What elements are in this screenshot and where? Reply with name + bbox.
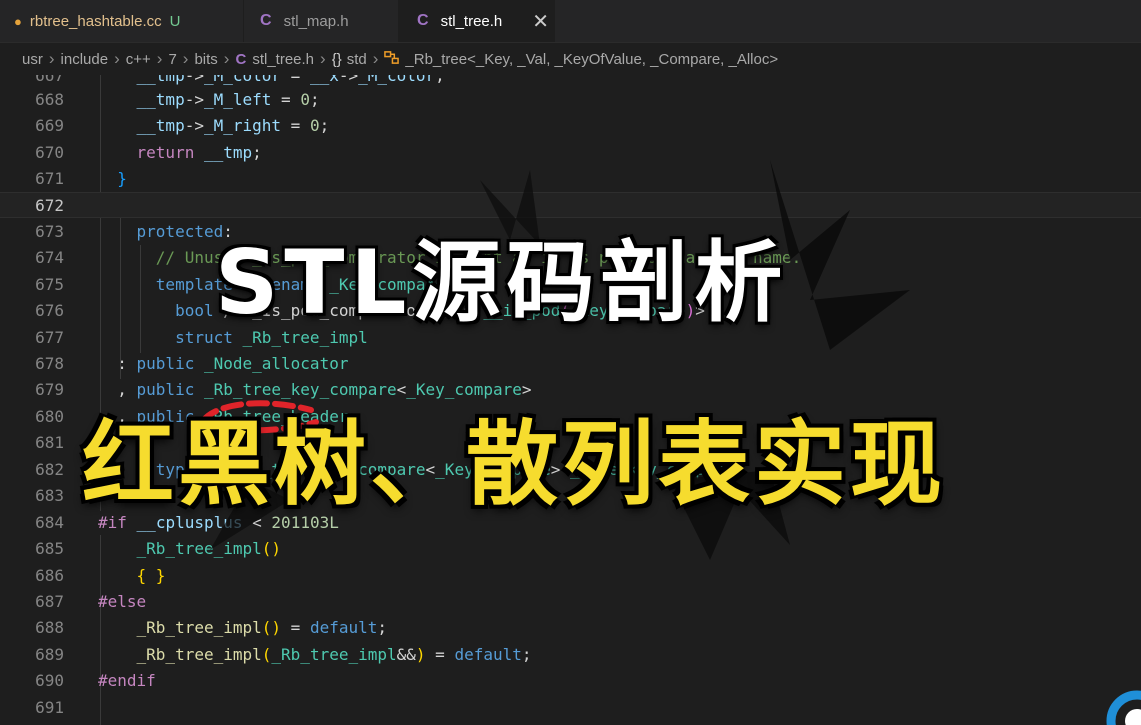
code-line: 684 #if __cplusplus < 201103L <box>35 513 339 532</box>
code-editor[interactable]: 667 __tmp->_M_color = __x->_M_color; 668… <box>0 75 1141 725</box>
chevron-right-icon: › <box>372 49 379 68</box>
tab-label: stl_tree.h <box>440 12 503 30</box>
code-line: 682 typedef _Rb_tree_key_compare<_Key_co… <box>35 460 744 479</box>
code-line: 691 <box>35 698 64 717</box>
code-line: 680 , public _Rb_tree_header <box>35 407 349 426</box>
close-icon[interactable]: ✕ <box>532 9 549 34</box>
code-line: 677 struct _Rb_tree_impl <box>35 328 368 347</box>
tab-rbtree-hashtable[interactable]: ● rbtree_hashtable.cc U <box>0 0 244 42</box>
breadcrumb: usr › include › c++ › 7 › bits › C stl_t… <box>0 43 1141 75</box>
breadcrumb-item[interactable]: std <box>347 51 367 68</box>
code-line: 688 _Rb_tree_impl() = default; <box>35 618 388 637</box>
breadcrumb-item[interactable]: bits <box>194 51 217 68</box>
code-line: 679 , public _Rb_tree_key_compare<_Key_c… <box>35 380 532 399</box>
code-line: 683 <box>35 486 64 505</box>
class-icon <box>384 50 400 69</box>
code-line: 674 // Unused _Is_pod_comparator is kept… <box>35 248 802 267</box>
chevron-right-icon: › <box>182 49 189 68</box>
code-line-current: 672 <box>0 192 1141 218</box>
code-line: 687 #else <box>35 592 147 611</box>
untracked-badge: U <box>169 12 181 30</box>
code-line: 685 _Rb_tree_impl() <box>35 539 282 558</box>
chevron-right-icon: › <box>114 49 120 68</box>
code-line: 671 } <box>35 169 127 188</box>
chevron-right-icon: › <box>320 49 326 68</box>
namespace-icon: {} <box>331 50 342 68</box>
breadcrumb-item[interactable]: 7 <box>168 51 176 68</box>
tab-label: rbtree_hashtable.cc <box>29 12 162 30</box>
c-file-icon: C <box>260 12 272 29</box>
code-line: 676 bool /* _Is_pod_comparator */ = __is… <box>35 301 705 320</box>
code-line: 690 #endif <box>35 671 156 690</box>
code-line: 668 __tmp->_M_left = 0; <box>35 90 320 109</box>
code-line: 681 { <box>35 433 147 452</box>
code-line: 669 __tmp->_M_right = 0; <box>35 116 330 135</box>
tab-label: stl_map.h <box>283 12 349 30</box>
code-line: 670 return __tmp; <box>35 143 262 162</box>
tab-stl-map[interactable]: C stl_map.h <box>244 0 399 42</box>
c-file-icon: C <box>235 50 247 68</box>
breadcrumb-item[interactable]: stl_tree.h <box>252 51 314 68</box>
tab-stl-tree[interactable]: C stl_tree.h ✕ <box>399 0 555 42</box>
code-line: 673 protected: <box>35 222 233 241</box>
breadcrumb-item[interactable]: c++ <box>126 51 151 68</box>
breadcrumb-item[interactable]: include <box>61 51 109 68</box>
code-line: 686 { } <box>35 566 166 585</box>
code-line: 675 template<typename _Key_compare, <box>35 275 455 294</box>
code-line: 689 _Rb_tree_impl(_Rb_tree_impl&&) = def… <box>35 645 532 664</box>
breadcrumb-item[interactable]: _Rb_tree<_Key, _Val, _KeyOfValue, _Compa… <box>405 51 778 68</box>
chevron-right-icon: › <box>223 49 230 68</box>
editor-tab-bar: ● rbtree_hashtable.cc U C stl_map.h C st… <box>0 0 1141 43</box>
chevron-right-icon: › <box>48 49 55 68</box>
c-file-icon: ● <box>14 13 22 29</box>
c-file-icon: C <box>417 12 429 29</box>
code-line: 678 : public _Node_allocator <box>35 354 349 373</box>
breadcrumb-item[interactable]: usr <box>22 51 43 68</box>
chevron-right-icon: › <box>156 49 163 68</box>
